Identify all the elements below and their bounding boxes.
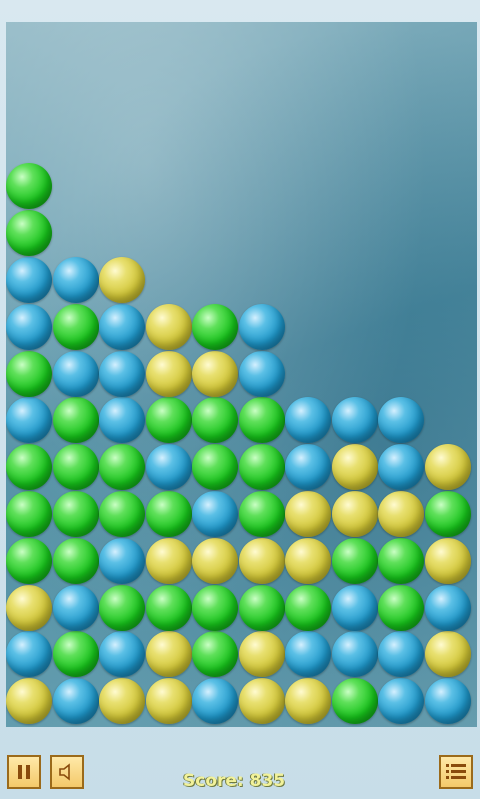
yellow-ball[interactable]: [145, 303, 192, 350]
blue-ball[interactable]: [285, 444, 331, 491]
green-ball[interactable]: [192, 631, 238, 678]
yellow-ball[interactable]: [424, 537, 471, 584]
pause-button[interactable]: [7, 755, 41, 789]
green-ball[interactable]: [145, 491, 192, 537]
green-ball[interactable]: [192, 397, 238, 444]
green-ball[interactable]: [6, 491, 52, 537]
green-ball[interactable]: [192, 584, 238, 631]
blue-ball[interactable]: [424, 678, 471, 725]
green-ball[interactable]: [424, 491, 471, 537]
green-ball[interactable]: [52, 397, 99, 444]
green-ball[interactable]: [238, 444, 285, 491]
yellow-ball[interactable]: [99, 257, 145, 303]
green-ball[interactable]: [6, 163, 52, 210]
blue-ball[interactable]: [192, 491, 238, 537]
yellow-ball[interactable]: [238, 631, 285, 678]
green-ball[interactable]: [192, 444, 238, 491]
score-display: Score: 835: [183, 771, 285, 791]
yellow-ball[interactable]: [331, 444, 378, 491]
green-ball[interactable]: [238, 584, 285, 631]
blue-ball[interactable]: [99, 397, 145, 444]
blue-ball[interactable]: [6, 397, 52, 444]
yellow-ball[interactable]: [285, 537, 331, 584]
game-board[interactable]: [6, 22, 477, 727]
green-ball[interactable]: [6, 444, 52, 491]
blue-ball[interactable]: [6, 631, 52, 678]
yellow-ball[interactable]: [424, 444, 471, 491]
green-ball[interactable]: [6, 537, 52, 584]
green-ball[interactable]: [238, 397, 285, 444]
blue-ball[interactable]: [331, 631, 378, 678]
green-ball[interactable]: [99, 444, 145, 491]
yellow-ball[interactable]: [192, 350, 238, 397]
green-ball[interactable]: [378, 584, 424, 631]
blue-ball[interactable]: [52, 350, 99, 397]
yellow-ball[interactable]: [238, 537, 285, 584]
yellow-ball[interactable]: [285, 491, 331, 537]
green-ball[interactable]: [378, 537, 424, 584]
blue-ball[interactable]: [285, 631, 331, 678]
menu-button[interactable]: [439, 755, 473, 789]
blue-ball[interactable]: [238, 350, 285, 397]
pause-icon: [18, 765, 30, 779]
yellow-ball[interactable]: [192, 537, 238, 584]
green-ball[interactable]: [331, 537, 378, 584]
blue-ball[interactable]: [52, 257, 99, 303]
green-ball[interactable]: [145, 397, 192, 444]
blue-ball[interactable]: [331, 397, 378, 444]
green-ball[interactable]: [52, 537, 99, 584]
blue-ball[interactable]: [99, 303, 145, 350]
green-ball[interactable]: [238, 491, 285, 537]
sound-button[interactable]: [50, 755, 84, 789]
green-ball[interactable]: [52, 303, 99, 350]
green-ball[interactable]: [145, 584, 192, 631]
yellow-ball[interactable]: [145, 537, 192, 584]
blue-ball[interactable]: [424, 584, 471, 631]
green-ball[interactable]: [52, 444, 99, 491]
blue-ball[interactable]: [238, 303, 285, 350]
blue-ball[interactable]: [192, 678, 238, 725]
green-ball[interactable]: [285, 584, 331, 631]
green-ball[interactable]: [99, 584, 145, 631]
blue-ball[interactable]: [6, 257, 52, 303]
yellow-ball[interactable]: [285, 678, 331, 725]
yellow-ball[interactable]: [331, 491, 378, 537]
blue-ball[interactable]: [331, 584, 378, 631]
yellow-ball[interactable]: [378, 491, 424, 537]
green-ball[interactable]: [52, 491, 99, 537]
blue-ball[interactable]: [52, 584, 99, 631]
blue-ball[interactable]: [378, 444, 424, 491]
yellow-ball[interactable]: [145, 350, 192, 397]
green-ball[interactable]: [6, 210, 52, 257]
yellow-ball[interactable]: [424, 631, 471, 678]
green-ball[interactable]: [192, 303, 238, 350]
blue-ball[interactable]: [378, 678, 424, 725]
yellow-ball[interactable]: [99, 678, 145, 725]
yellow-ball[interactable]: [145, 631, 192, 678]
blue-ball[interactable]: [378, 631, 424, 678]
yellow-ball[interactable]: [238, 678, 285, 725]
bottom-toolbar: Score: 835: [0, 727, 480, 799]
green-ball[interactable]: [331, 678, 378, 725]
blue-ball[interactable]: [99, 537, 145, 584]
yellow-ball[interactable]: [145, 678, 192, 725]
score-label: Score:: [183, 771, 244, 791]
blue-ball[interactable]: [285, 397, 331, 444]
blue-ball[interactable]: [52, 678, 99, 725]
blue-ball[interactable]: [99, 631, 145, 678]
yellow-ball[interactable]: [6, 678, 52, 725]
yellow-ball[interactable]: [6, 584, 52, 631]
blue-ball[interactable]: [378, 397, 424, 444]
green-ball[interactable]: [6, 350, 52, 397]
score-value: 835: [249, 771, 286, 791]
green-ball[interactable]: [52, 631, 99, 678]
blue-ball[interactable]: [99, 350, 145, 397]
speaker-icon: [59, 763, 70, 781]
green-ball[interactable]: [99, 491, 145, 537]
blue-ball[interactable]: [145, 444, 192, 491]
blue-ball[interactable]: [6, 303, 52, 350]
menu-list-icon: [446, 764, 466, 779]
